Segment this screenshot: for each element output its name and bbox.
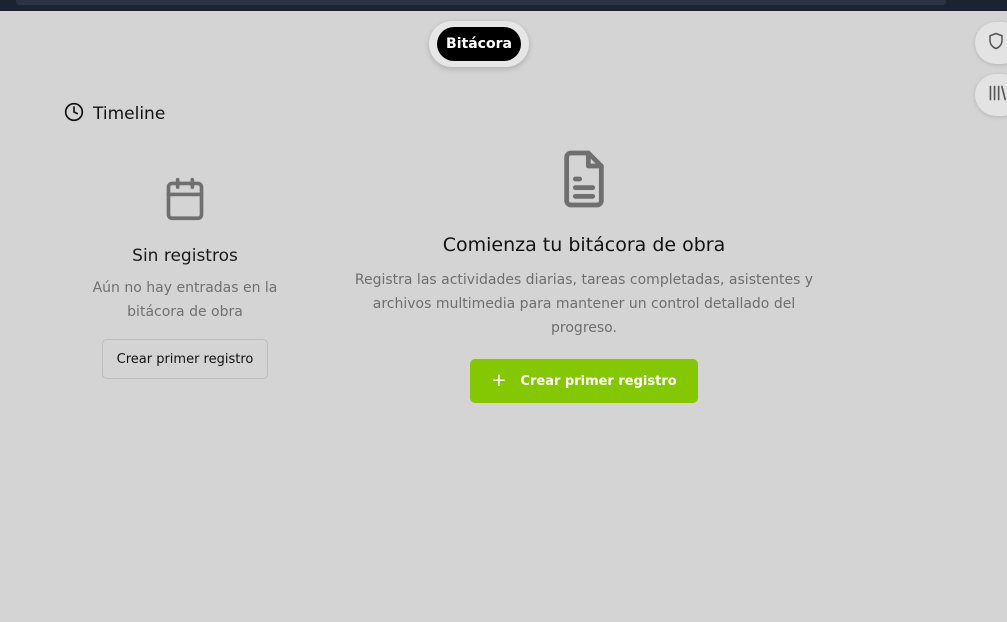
main-empty-state: Comienza tu bitácora de obra Registra la… (334, 148, 834, 340)
main-empty-title: Comienza tu bitácora de obra (442, 234, 726, 256)
empty-timeline-title: Sin registros (132, 246, 238, 266)
side-shield-button[interactable] (975, 22, 1007, 64)
empty-timeline-description: Aún no hay entradas en la bitácora de ob… (92, 280, 278, 320)
create-first-entry-button-secondary[interactable]: Crear primer registro (102, 339, 268, 379)
create-first-entry-button[interactable]: + Crear primer registro (470, 359, 698, 403)
main-empty-description: Registra las actividades diarias, tareas… (354, 272, 814, 336)
tab-bitacora[interactable]: Bitácora (437, 27, 521, 61)
tab-switcher: Bitácora (429, 21, 529, 67)
create-first-entry-label: Crear primer registro (520, 373, 677, 389)
top-bar-strip (16, 0, 946, 5)
top-bar (0, 0, 1007, 11)
empty-timeline-state: Sin registros Aún no hay entradas en la … (85, 176, 285, 324)
side-library-button[interactable] (975, 74, 1007, 116)
shield-icon (987, 32, 1005, 54)
clock-icon (64, 102, 84, 126)
library-icon (987, 84, 1007, 106)
timeline-header: Timeline (64, 102, 165, 126)
document-icon (558, 150, 610, 214)
timeline-title: Timeline (93, 104, 166, 124)
plus-icon: + (491, 370, 507, 391)
calendar-icon (163, 177, 207, 226)
